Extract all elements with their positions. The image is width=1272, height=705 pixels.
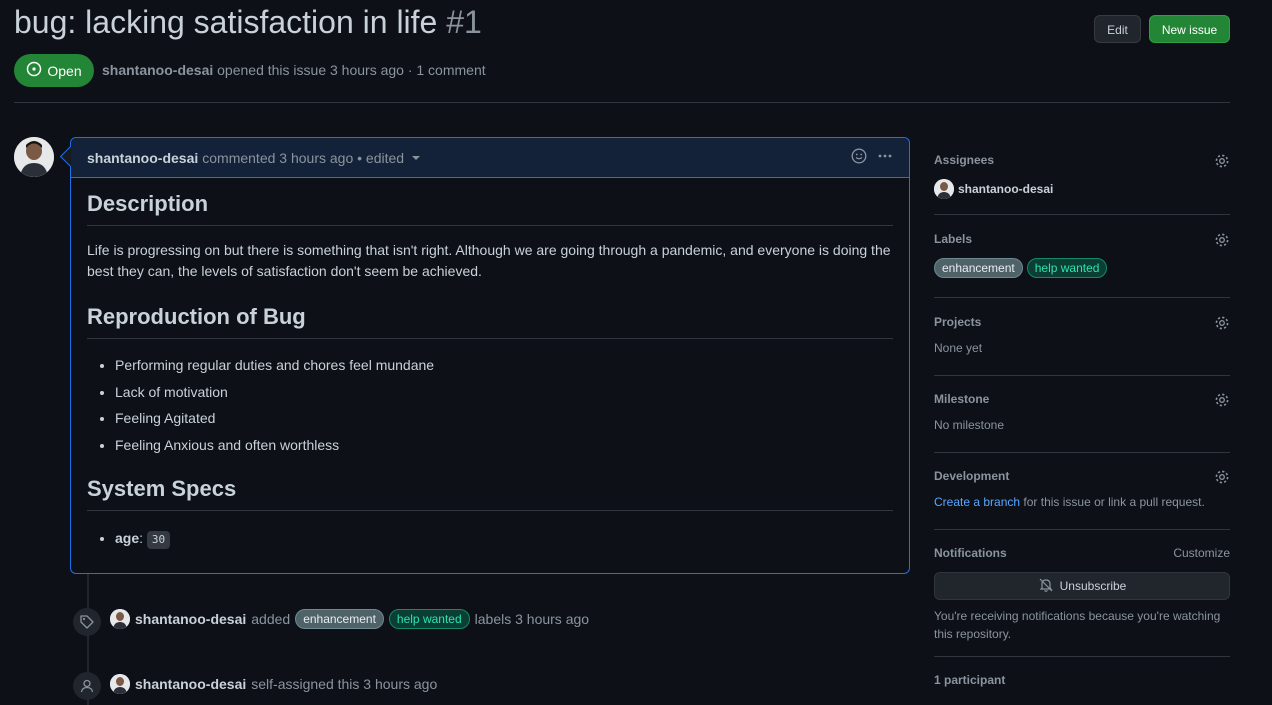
avatar[interactable] xyxy=(110,609,130,629)
comment-meta: commented 3 hours ago • edited xyxy=(202,149,405,166)
event-author-link[interactable]: shantanoo-desai xyxy=(135,611,246,627)
issue-number: #1 xyxy=(446,4,482,40)
participants-heading: 1 participant xyxy=(934,673,1006,687)
projects-heading[interactable]: Projects xyxy=(934,315,1230,329)
comment-body: Description Life is progressing on but t… xyxy=(71,191,909,552)
development-suffix: for this issue or link a pull request. xyxy=(1023,495,1205,509)
event-suffix: labels 3 hours ago xyxy=(474,611,590,627)
specs-list: age: 30 xyxy=(87,525,893,552)
issue-opened-icon xyxy=(26,61,42,80)
heading-reproduction: Reproduction of Bug xyxy=(87,304,893,339)
gear-icon[interactable] xyxy=(1214,315,1230,336)
assignees-heading[interactable]: Assignees xyxy=(934,153,1230,167)
spec-value: 30 xyxy=(146,531,171,549)
list-item: Feeling Agitated xyxy=(115,405,893,432)
comment-card: shantanoo-desai commented 3 hours ago • … xyxy=(70,137,910,574)
sidebar-notifications: Notifications Customize Unsubscribe You'… xyxy=(934,546,1230,657)
event-author-link[interactable]: shantanoo-desai xyxy=(135,676,246,692)
labels-heading[interactable]: Labels xyxy=(934,232,1230,246)
issue-meta: shantanoo-desai opened this issue 3 hour… xyxy=(102,62,486,78)
issue-author-link[interactable]: shantanoo-desai xyxy=(102,62,213,78)
unsubscribe-label: Unsubscribe xyxy=(1059,579,1127,593)
heading-description: Description xyxy=(87,191,893,226)
new-issue-button[interactable]: New issue xyxy=(1149,15,1230,43)
notifications-reason: You're receiving notifications because y… xyxy=(934,607,1230,643)
issue-state-badge: Open xyxy=(14,54,94,87)
spec-key: age xyxy=(115,530,140,546)
gear-icon[interactable] xyxy=(1214,232,1230,253)
gear-icon[interactable] xyxy=(1214,469,1230,490)
list-item: age: 30 xyxy=(115,525,893,552)
comment-header: shantanoo-desai commented 3 hours ago • … xyxy=(71,138,909,178)
milestone-value: No milestone xyxy=(934,418,1005,432)
avatar[interactable] xyxy=(14,137,54,177)
tag-icon xyxy=(73,608,101,636)
sidebar-projects: Projects None yet xyxy=(934,315,1230,376)
label-enhancement[interactable]: enhancement xyxy=(934,258,1023,278)
timeline-event-assign: shantanoo-desai self-assigned this 3 hou… xyxy=(110,673,437,695)
create-branch-link[interactable]: Create a branch xyxy=(934,495,1020,509)
notifications-reason-line-1: You're receiving notifications because y… xyxy=(934,609,1221,623)
sidebar-development: Development Create a branch for this iss… xyxy=(934,469,1230,530)
description-line-1: Life is progressing on but there is some… xyxy=(87,242,891,258)
header-divider xyxy=(14,102,1230,103)
gear-icon[interactable] xyxy=(1214,392,1230,413)
assignee-name[interactable]: shantanoo-desai xyxy=(958,182,1053,196)
bug-list: Performing regular duties and chores fee… xyxy=(87,352,893,458)
list-item: Lack of motivation xyxy=(115,379,893,406)
list-item: Feeling Anxious and often worthless xyxy=(115,432,893,459)
issue-title-text: bug: lacking satisfaction in life xyxy=(14,4,438,40)
spec-colon: : xyxy=(139,530,144,546)
smiley-icon[interactable] xyxy=(851,148,867,167)
list-item: Performing regular duties and chores fee… xyxy=(115,352,893,379)
heading-system-specs: System Specs xyxy=(87,476,893,511)
development-text: Create a branch for this issue or link a… xyxy=(934,495,1230,509)
timeline-event-labels: shantanoo-desai added enhancement help w… xyxy=(110,608,589,630)
edit-button[interactable]: Edit xyxy=(1094,15,1141,43)
gear-icon[interactable] xyxy=(1214,153,1230,174)
label-help-wanted[interactable]: help wanted xyxy=(1026,258,1108,278)
sidebar-assignees: Assignees shantanoo-desai xyxy=(934,153,1230,215)
milestone-heading[interactable]: Milestone xyxy=(934,392,1230,406)
sidebar-labels: Labels enhancement help wanted xyxy=(934,232,1230,298)
event-action: added xyxy=(251,611,291,627)
issue-meta-text: opened this issue 3 hours ago · 1 commen… xyxy=(217,62,486,78)
customize-link[interactable]: Customize xyxy=(1173,546,1230,560)
label-enhancement[interactable]: enhancement xyxy=(295,609,384,629)
person-icon xyxy=(73,672,101,700)
unsubscribe-button[interactable]: Unsubscribe xyxy=(934,572,1230,600)
kebab-horizontal-icon[interactable] xyxy=(877,148,893,167)
projects-value: None yet xyxy=(934,341,983,355)
notifications-reason-line-2: this repository. xyxy=(934,627,1012,641)
issue-title: bug: lacking satisfaction in life #1 xyxy=(14,4,482,41)
description-line-2: best they can, the levels of satisfactio… xyxy=(87,263,482,279)
event-action: self-assigned this 3 hours ago xyxy=(251,676,438,692)
issue-state-label: Open xyxy=(47,62,82,79)
comment-author-link[interactable]: shantanoo-desai xyxy=(87,150,198,166)
label-help-wanted[interactable]: help wanted xyxy=(388,609,470,629)
avatar[interactable] xyxy=(110,674,130,694)
bell-slash-icon xyxy=(1038,577,1054,596)
chevron-down-icon[interactable] xyxy=(412,155,421,160)
development-heading[interactable]: Development xyxy=(934,469,1230,483)
avatar[interactable] xyxy=(934,179,954,199)
sidebar-milestone: Milestone No milestone xyxy=(934,392,1230,453)
